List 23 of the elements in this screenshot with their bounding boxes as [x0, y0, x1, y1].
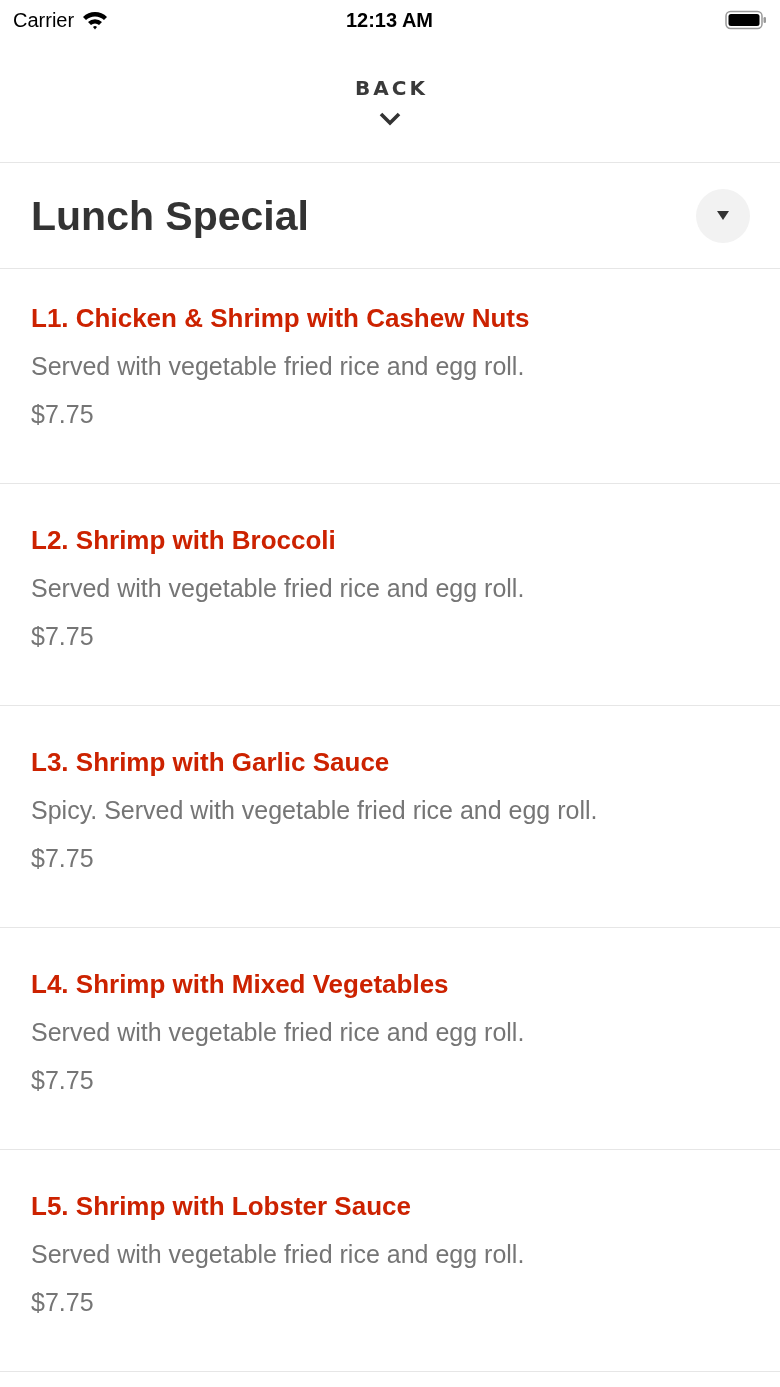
item-name[interactable]: L1. Chicken & Shrimp with Cashew Nuts [31, 302, 530, 334]
battery-icon [725, 10, 766, 30]
item-price: $7.75 [31, 399, 94, 430]
item-price: $7.75 [31, 621, 94, 652]
item-price: $7.75 [31, 1287, 94, 1318]
item-description: Served with vegetable fried rice and egg roll. [31, 351, 525, 382]
item-description: Served with vegetable fried rice and egg roll. [31, 573, 525, 604]
item-name[interactable]: L2. Shrimp with Broccoli [31, 524, 336, 556]
section-title: Lunch Special [31, 191, 309, 241]
caret-down-icon [717, 211, 729, 220]
item-price: $7.75 [31, 843, 94, 874]
chevron-down-icon [379, 112, 401, 126]
wifi-icon [82, 10, 109, 30]
item-name[interactable]: L4. Shrimp with Mixed Vegetables [31, 968, 449, 1000]
back-button[interactable]: BACK [346, 74, 434, 128]
item-name[interactable]: L5. Shrimp with Lobster Sauce [31, 1190, 411, 1222]
item-price: $7.75 [31, 1065, 94, 1096]
item-description: Spicy. Served with vegetable fried rice and egg roll. [31, 795, 598, 826]
clock-time: 12:13 AM [345, 8, 434, 32]
item-name[interactable]: L3. Shrimp with Garlic Sauce [31, 746, 390, 778]
carrier-label: Carrier [13, 8, 75, 32]
item-description: Served with vegetable fried rice and egg roll. [31, 1239, 525, 1270]
item-description: Served with vegetable fried rice and egg roll. [31, 1017, 525, 1048]
